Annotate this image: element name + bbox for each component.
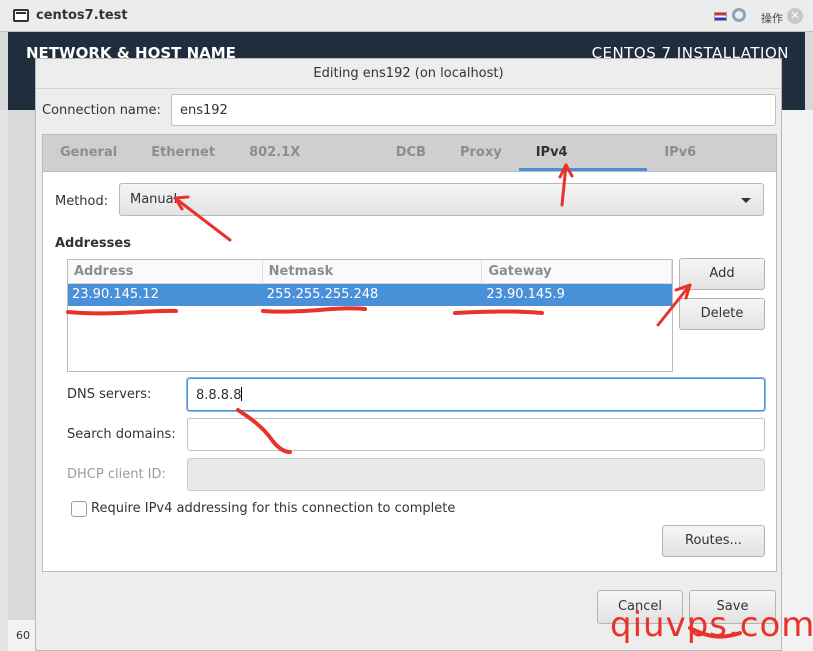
window-title: centos7.test <box>36 8 128 23</box>
method-label: Method: <box>55 194 109 209</box>
close-icon[interactable]: ✕ <box>787 8 803 24</box>
column-header-gateway[interactable]: Gateway <box>482 260 672 283</box>
netmask-cell[interactable]: 255.255.255.248 <box>263 284 483 306</box>
add-address-button[interactable]: Add <box>679 258 765 290</box>
background-left-strip <box>0 110 8 651</box>
search-domains-label: Search domains: <box>67 427 176 442</box>
address-cell[interactable]: 23.90.145.12 <box>68 284 263 306</box>
gear-icon[interactable] <box>732 8 746 22</box>
tab-ipv6-settings[interactable]: IPv6 Settings <box>647 135 776 196</box>
background-number: 60 <box>8 620 35 651</box>
console-icon <box>13 9 29 22</box>
dhcp-client-id-input <box>187 458 765 491</box>
method-value: Manual <box>130 192 178 207</box>
vm-console-window: centos7.test 操作 ✕ NETWORK & HOST NAME CE… <box>0 0 813 651</box>
addresses-heading: Addresses <box>55 236 131 251</box>
routes-button[interactable]: Routes... <box>662 525 765 557</box>
column-header-address[interactable]: Address <box>68 260 263 283</box>
settings-tabs: General Ethernet 802.1X Security DCB Pro… <box>42 134 777 196</box>
addresses-table-header: Address Netmask Gateway <box>68 260 672 284</box>
background-right-strip <box>778 110 813 651</box>
require-ipv4-label[interactable]: Require IPv4 addressing for this connect… <box>91 501 455 516</box>
dhcp-client-id-label: DHCP client ID: <box>67 467 166 482</box>
dns-servers-label: DNS servers: <box>67 387 152 402</box>
tab-ipv4-settings[interactable]: IPv4 Settings <box>518 135 648 196</box>
window-titlebar: centos7.test 操作 ✕ <box>0 0 813 32</box>
edit-connection-dialog: Editing ens192 (on localhost) Connection… <box>35 58 782 651</box>
tab-ethernet[interactable]: Ethernet <box>134 135 232 171</box>
tab-general[interactable]: General <box>43 135 134 171</box>
tab-8021x-security[interactable]: 802.1X Security <box>232 135 379 196</box>
tab-proxy[interactable]: Proxy <box>443 135 519 171</box>
chevron-down-icon <box>741 198 751 203</box>
connection-name-input[interactable]: ens192 <box>171 94 776 126</box>
actions-label[interactable]: 操作 <box>761 10 783 26</box>
dns-servers-input[interactable]: 8.8.8.8 <box>187 378 765 411</box>
dns-servers-value: 8.8.8.8 <box>196 388 242 403</box>
search-domains-input[interactable] <box>187 418 765 451</box>
tab-dcb[interactable]: DCB <box>379 135 443 171</box>
column-header-netmask[interactable]: Netmask <box>263 260 483 283</box>
method-dropdown[interactable]: Manual <box>119 183 764 216</box>
dialog-title: Editing ens192 (on localhost) <box>36 59 781 89</box>
table-row[interactable]: 23.90.145.12 255.255.255.248 23.90.145.9 <box>68 284 672 306</box>
ipv4-settings-panel: Method: Manual Addresses Address Netmask… <box>42 172 777 572</box>
flag-icon <box>714 12 727 21</box>
delete-address-button[interactable]: Delete <box>679 298 765 330</box>
text-caret <box>241 387 243 401</box>
require-ipv4-checkbox[interactable] <box>71 501 87 517</box>
gateway-cell[interactable]: 23.90.145.9 <box>482 284 672 306</box>
background-number-text: 60 <box>16 629 30 642</box>
addresses-table: Address Netmask Gateway 23.90.145.12 255… <box>67 259 673 372</box>
site-watermark: qiuvps.com <box>610 605 813 645</box>
connection-name-label: Connection name: <box>42 103 161 118</box>
